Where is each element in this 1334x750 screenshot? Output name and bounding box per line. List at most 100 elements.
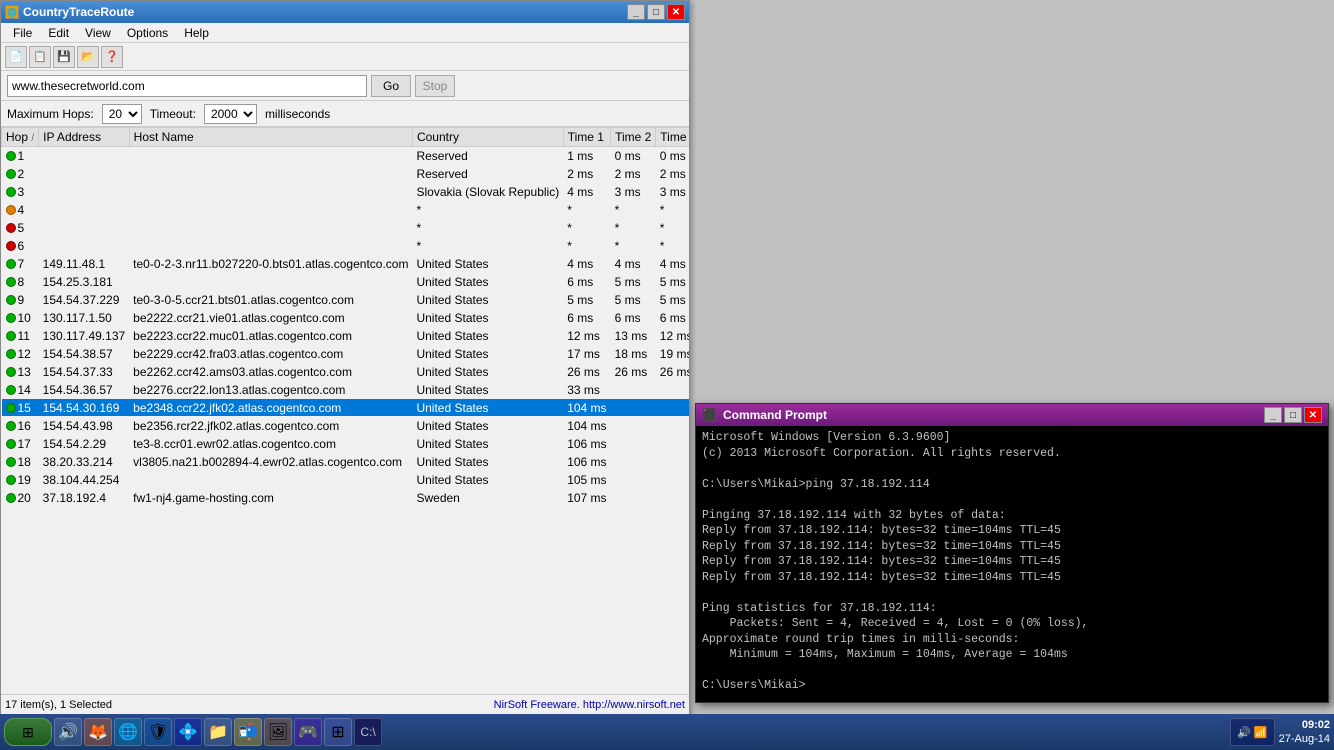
th-host[interactable]: Host Name (129, 128, 412, 147)
table-row[interactable]: 1 Reserved 1 ms 0 ms 0 ms 0 ms (2, 147, 690, 165)
table-row[interactable]: 12 154.54.38.57 be2229.ccr42.fra03.atlas… (2, 345, 690, 363)
table-row[interactable]: 10 130.117.1.50 be2222.ccr21.vie01.atlas… (2, 309, 690, 327)
ip-cell: 38.104.44.254 (39, 471, 130, 489)
nirsoft-link[interactable]: NirSoft Freeware. http://www.nirsoft.net (494, 699, 685, 711)
th-ip[interactable]: IP Address (39, 128, 130, 147)
ip-cell: 154.25.3.181 (39, 273, 130, 291)
ip-cell (39, 165, 130, 183)
max-hops-label: Maximum Hops: (7, 107, 94, 121)
table-row[interactable]: 19 38.104.44.254 United States 105 ms (2, 471, 690, 489)
taskbar-icon-network[interactable]: 🌐 (114, 718, 142, 746)
th-time3[interactable]: Time 3 (656, 128, 689, 147)
taskbar-icon-grid[interactable]: ⊞ (324, 718, 352, 746)
time3-cell: 5 ms (656, 273, 689, 291)
max-hops-select[interactable]: 20 30 64 (102, 104, 142, 124)
taskbar-icon-folder[interactable]: 📁 (204, 718, 232, 746)
time1-cell: 106 ms (563, 453, 610, 471)
taskbar-icon-mail[interactable]: 📬 (234, 718, 262, 746)
cmd-close-button[interactable]: ✕ (1304, 407, 1322, 423)
title-buttons: _ □ ✕ (627, 4, 685, 20)
copy-button[interactable]: 📋 (29, 46, 51, 68)
table-row[interactable]: 9 154.54.37.229 te0-3-0-5.ccr21.bts01.at… (2, 291, 690, 309)
table-row[interactable]: 7 149.11.48.1 te0-0-2-3.nr11.b027220-0.b… (2, 255, 690, 273)
time1-cell: 26 ms (563, 363, 610, 381)
cmd-maximize-button[interactable]: □ (1284, 407, 1302, 423)
hop-cell: 8 (2, 273, 39, 291)
start-button[interactable]: ⊞ (4, 718, 52, 746)
menu-file[interactable]: File (5, 24, 40, 42)
table-row[interactable]: 2 Reserved 2 ms 2 ms 2 ms 2 ms (2, 165, 690, 183)
hop-number: 9 (18, 293, 25, 307)
taskbar-icon-blue[interactable]: 💠 (174, 718, 202, 746)
table-row[interactable]: 11 130.117.49.137 be2223.ccr22.muc01.atl… (2, 327, 690, 345)
table-row[interactable]: 4 * * * * The request timed out. (2, 201, 690, 219)
country-cell: United States (412, 471, 563, 489)
url-input[interactable] (7, 75, 367, 97)
menu-options[interactable]: Options (119, 24, 176, 42)
save-button[interactable]: 💾 (53, 46, 75, 68)
table-row[interactable]: 16 154.54.43.98 be2356.rcr22.jfk02.atlas… (2, 417, 690, 435)
minimize-button[interactable]: _ (627, 4, 645, 20)
close-button[interactable]: ✕ (667, 4, 685, 20)
country-cell: United States (412, 327, 563, 345)
new-button[interactable]: 📄 (5, 46, 27, 68)
table-row[interactable]: 18 38.20.33.214 vl3805.na21.b002894-4.ew… (2, 453, 690, 471)
table-row[interactable]: 6 * * * * The request timed out. (2, 237, 690, 255)
taskbar-icon-photo[interactable]: 🖼 (264, 718, 292, 746)
host-cell (129, 273, 412, 291)
time1-cell: * (563, 201, 610, 219)
hop-cell: 18 (2, 453, 39, 471)
host-cell: be2348.ccr22.jfk02.atlas.cogentco.com (129, 399, 412, 417)
time3-cell (656, 417, 689, 435)
menu-help[interactable]: Help (176, 24, 217, 42)
time2-cell (611, 453, 656, 471)
ip-cell: 154.54.43.98 (39, 417, 130, 435)
time1-cell: 6 ms (563, 273, 610, 291)
menu-view[interactable]: View (77, 24, 119, 42)
country-cell: United States (412, 345, 563, 363)
country-cell: Reserved (412, 165, 563, 183)
maximize-button[interactable]: □ (647, 4, 665, 20)
taskbar-icon-game[interactable]: 🎮 (294, 718, 322, 746)
hop-cell: 1 (2, 147, 39, 165)
status-dot (6, 421, 16, 431)
hop-number: 3 (18, 185, 25, 199)
taskbar-icon-browser[interactable]: 🦊 (84, 718, 112, 746)
tray-icon-2: 📶 (1254, 726, 1268, 739)
th-time2[interactable]: Time 2 (611, 128, 656, 147)
th-country[interactable]: Country (412, 128, 563, 147)
table-row[interactable]: 14 154.54.36.57 be2276.ccr22.lon13.atlas… (2, 381, 690, 399)
time1-cell: 12 ms (563, 327, 610, 345)
open-button[interactable]: 📂 (77, 46, 99, 68)
time3-cell (656, 489, 689, 507)
table-row[interactable]: 13 154.54.37.33 be2262.ccr42.ams03.atlas… (2, 363, 690, 381)
status-dot (6, 187, 16, 197)
time1-cell: 6 ms (563, 309, 610, 327)
th-hop[interactable]: Hop / (2, 128, 39, 147)
table-row[interactable]: 20 37.18.192.4 fw1-nj4.game-hosting.com … (2, 489, 690, 507)
status-dot (6, 205, 16, 215)
timeout-select[interactable]: 2000 5000 (204, 104, 257, 124)
time2-cell: 3 ms (611, 183, 656, 201)
table-row[interactable]: 15 154.54.30.169 be2348.ccr22.jfk02.atla… (2, 399, 690, 417)
time2-cell: 13 ms (611, 327, 656, 345)
time3-cell: 4 ms (656, 255, 689, 273)
table-row[interactable]: 5 * * * * The request timed out. (2, 219, 690, 237)
time2-cell: 26 ms (611, 363, 656, 381)
menu-edit[interactable]: Edit (40, 24, 77, 42)
table-row[interactable]: 8 154.25.3.181 United States 6 ms 5 ms 5… (2, 273, 690, 291)
hop-cell: 14 (2, 381, 39, 399)
taskbar-icon-shield[interactable]: 🛡 (144, 718, 172, 746)
stop-button[interactable]: Stop (415, 75, 455, 97)
th-time1[interactable]: Time 1 (563, 128, 610, 147)
taskbar-icon-cmd[interactable]: C:\ (354, 718, 382, 746)
timeout-unit: milliseconds (265, 107, 330, 121)
taskbar-icon-audio[interactable]: 🔊 (54, 718, 82, 746)
table-row[interactable]: 17 154.54.2.29 te3-8.ccr01.ewr02.atlas.c… (2, 435, 690, 453)
table-scroll[interactable]: Hop / IP Address Host Name Country Time … (1, 127, 689, 687)
help-icon-button[interactable]: ❓ (101, 46, 123, 68)
go-button[interactable]: Go (371, 75, 411, 97)
ip-cell: 154.54.37.229 (39, 291, 130, 309)
cmd-minimize-button[interactable]: _ (1264, 407, 1282, 423)
table-row[interactable]: 3 Slovakia (Slovak Republic) 4 ms 3 ms 3… (2, 183, 690, 201)
